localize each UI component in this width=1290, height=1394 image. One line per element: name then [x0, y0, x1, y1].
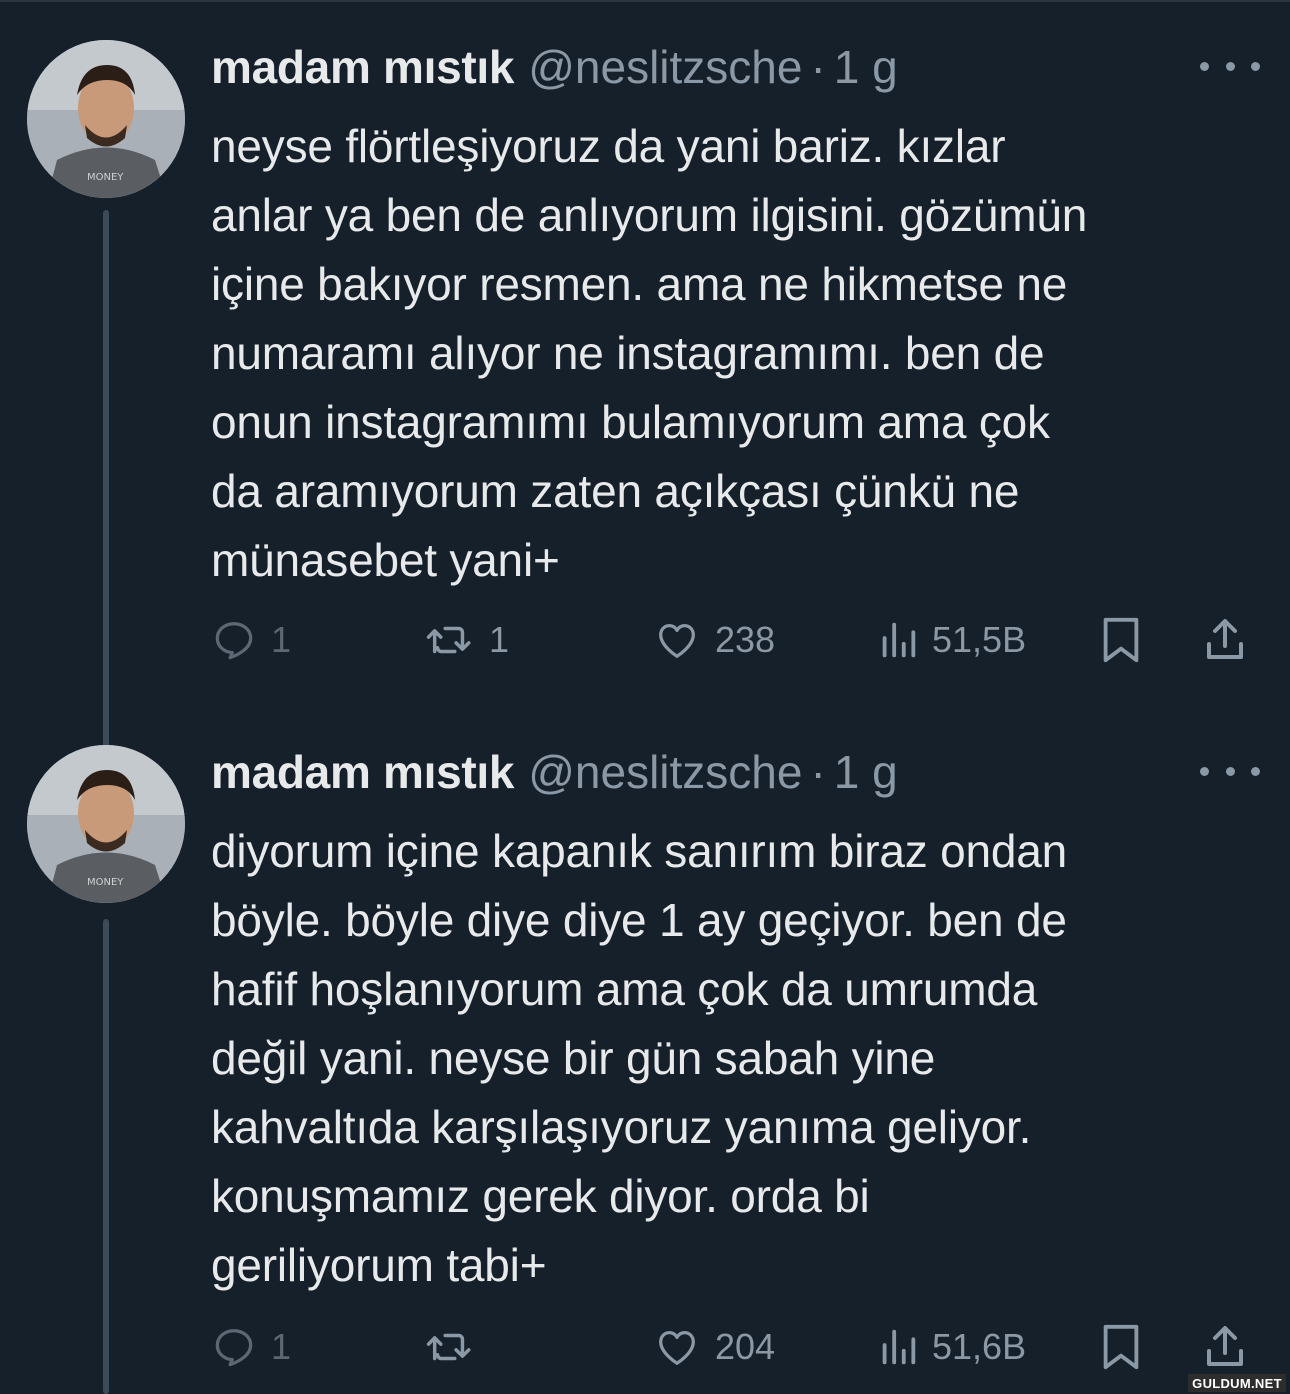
avatar-photo: MONEY	[27, 745, 185, 903]
retweet-button[interactable]	[425, 1322, 489, 1372]
tweet-text: neyse flörtleşiyoruz da yani bariz. kızl…	[211, 112, 1261, 595]
share-button[interactable]	[1203, 615, 1247, 665]
tweet-text-line: değil yani. neyse bir gün sabah yine	[211, 1032, 936, 1084]
heart-icon	[659, 1330, 695, 1365]
tweet-text-line: numaramı alıyor ne instagramımı. ben de	[211, 327, 1045, 379]
tweet-header: madam mıstık @neslitzsche · 1 g	[211, 745, 898, 801]
reply-button[interactable]: 1	[211, 1322, 291, 1372]
share-button[interactable]	[1203, 1322, 1247, 1372]
avatar-photo: MONEY	[27, 40, 185, 198]
views-icon	[882, 1329, 916, 1365]
tweet-text-line: diyorum içine kapanık sanırım biraz onda…	[211, 825, 1068, 877]
share-icon	[1207, 619, 1243, 659]
tweet-text-line: onun instagramımı bulamıyorum ama çok	[211, 396, 1050, 448]
tweet-text-line: geriliyorum tabi+	[211, 1239, 547, 1291]
tweet-text-line: böyle. böyle diye diye 1 ay geçiyor. ben…	[211, 894, 1067, 946]
tweet-text-line: neyse flörtleşiyoruz da yani bariz. kızl…	[211, 120, 1006, 172]
svg-text:MONEY: MONEY	[87, 877, 124, 888]
tweet-text-line: konuşmamız gerek diyor. orda bi	[211, 1170, 870, 1222]
views-icon	[882, 622, 916, 658]
top-divider	[0, 0, 1290, 2]
tweet-header: madam mıstık @neslitzsche · 1 g	[211, 40, 898, 96]
bookmark-icon	[1103, 617, 1139, 663]
bookmark-button[interactable]	[1099, 615, 1143, 665]
separator: ·	[810, 746, 826, 798]
more-dots-icon[interactable]	[1200, 759, 1260, 783]
bookmark-button[interactable]	[1099, 1322, 1143, 1372]
reply-icon	[215, 622, 253, 660]
timestamp[interactable]: 1 g	[834, 745, 898, 799]
thread-connector-line	[103, 210, 109, 772]
avatar[interactable]: MONEY	[27, 745, 185, 903]
thread-connector-line	[103, 919, 109, 1394]
author-handle[interactable]: @neslitzsche	[528, 745, 802, 799]
tweet[interactable]: MONEY madam mıstık @neslitzsche · 1 g di…	[0, 745, 1290, 1394]
separator: ·	[810, 41, 826, 93]
retweet-icon	[426, 626, 471, 654]
tweet[interactable]: MONEY madam mıstık @neslitzsche · 1 g ne…	[0, 40, 1290, 772]
tweet-text-line: da aramıyorum zaten açıkçası çünkü ne	[211, 465, 1020, 517]
views-button[interactable]: 51,5B	[878, 615, 1026, 665]
retweet-count: 1	[489, 619, 510, 660]
reply-count: 1	[271, 1326, 292, 1367]
reply-button[interactable]: 1	[211, 615, 291, 665]
tweet-text-line: hafif hoşlanıyorum ama çok da umrumda	[211, 963, 1038, 1015]
share-icon	[1207, 1326, 1243, 1366]
author-name[interactable]: madam mıstık	[211, 40, 515, 94]
views-count: 51,5B	[932, 619, 1027, 660]
reply-count: 1	[271, 619, 292, 660]
retweet-button[interactable]: 1	[425, 615, 509, 665]
tweet-text-line: kahvaltıda karşılaşıyoruz yanıma geliyor…	[211, 1101, 1032, 1153]
timestamp[interactable]: 1 g	[834, 40, 898, 94]
svg-text:MONEY: MONEY	[87, 172, 124, 183]
tweet-text-line: münasebet yani+	[211, 534, 560, 586]
thread-screenshot: MONEY madam mıstık @neslitzsche · 1 g ne…	[0, 0, 1290, 1394]
action-bar: 1 1 238 51,5B	[211, 615, 1260, 665]
views-button[interactable]: 51,6B	[878, 1322, 1026, 1372]
tweet-text-line: anlar ya ben de anlıyorum ilgisini. gözü…	[211, 189, 1088, 241]
like-count: 204	[715, 1326, 776, 1367]
like-button[interactable]: 204	[653, 1322, 775, 1372]
reply-icon	[215, 1329, 253, 1367]
action-bar: 1 204 51,6B	[211, 1322, 1260, 1372]
tweet-text: diyorum içine kapanık sanırım biraz onda…	[211, 817, 1261, 1300]
heart-icon	[659, 623, 695, 658]
like-count: 238	[715, 619, 776, 660]
tweet-text-line: içine bakıyor resmen. ama ne hikmetse ne	[211, 258, 1068, 310]
views-count: 51,6B	[932, 1326, 1027, 1367]
author-handle[interactable]: @neslitzsche	[528, 40, 802, 94]
author-name[interactable]: madam mıstık	[211, 745, 515, 799]
watermark-label: GULDUM.NET	[1188, 1374, 1286, 1392]
retweet-icon	[426, 1333, 471, 1361]
more-dots-icon[interactable]	[1200, 54, 1260, 78]
bookmark-icon	[1103, 1324, 1139, 1370]
avatar[interactable]: MONEY	[27, 40, 185, 198]
like-button[interactable]: 238	[653, 615, 775, 665]
